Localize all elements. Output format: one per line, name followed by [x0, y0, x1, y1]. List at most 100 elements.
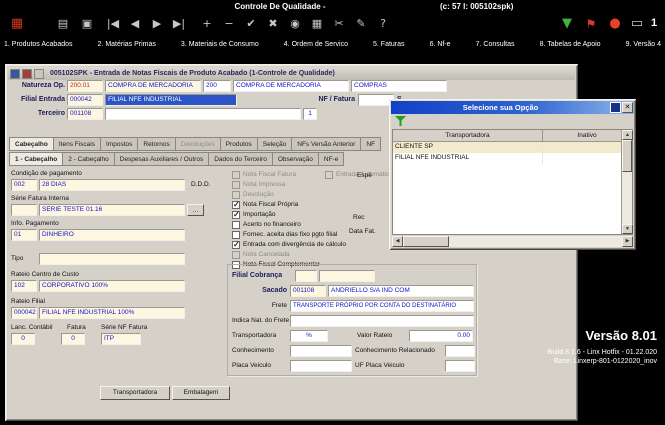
- info-pagamento-desc-field[interactable]: DINHEIRO: [39, 229, 185, 241]
- scroll-down-icon[interactable]: [622, 224, 633, 234]
- menu-nfe[interactable]: 6. Nf-e: [430, 41, 451, 52]
- cut-icon[interactable]: ✂: [328, 13, 350, 35]
- terceiro-code-field[interactable]: 001108: [67, 108, 103, 120]
- tab-nf-fragment[interactable]: NF: [360, 137, 381, 151]
- tab-selecao[interactable]: Seleção: [257, 137, 292, 151]
- fatura-field[interactable]: 0: [61, 333, 85, 345]
- serie-fatura-code-field[interactable]: [11, 204, 37, 216]
- tab-impostos[interactable]: Impostos: [100, 137, 137, 151]
- menu-produtos-acabados[interactable]: 1. Produtos Acabados: [4, 41, 73, 52]
- scroll-right-icon[interactable]: [622, 236, 633, 247]
- nav-prev-icon[interactable]: ◀: [124, 13, 146, 35]
- filial-cobranca-desc-field[interactable]: [319, 270, 375, 282]
- grid-row-cliente-sp[interactable]: CLIENTE SP: [393, 142, 632, 153]
- menu-materias-primas[interactable]: 2. Matérias Primas: [98, 41, 156, 52]
- checkbox-nota-fiscal-propria[interactable]: Nota Fiscal Própria: [232, 200, 298, 209]
- natureza-op-desc2-field[interactable]: COMPRA DE MERCADORIA: [233, 80, 349, 92]
- rateio-filial-desc-field[interactable]: FILIAL NFE INDUSTRIAL 100%: [39, 307, 185, 319]
- subtab-dados-terceiro[interactable]: Dados do Terceiro: [208, 152, 272, 166]
- condicao-pagamento-desc-field[interactable]: 28 DIAS: [39, 179, 185, 191]
- natureza-op-code-field[interactable]: 200.01: [67, 80, 103, 92]
- filial-cobranca-code-field[interactable]: [295, 270, 317, 282]
- filial-entrada-code-field[interactable]: 000042: [67, 94, 103, 106]
- rateio-cc-code-field[interactable]: 102: [11, 280, 37, 292]
- menu-consultas[interactable]: 7. Consultas: [476, 41, 515, 52]
- indica-nat-frete-field[interactable]: [290, 315, 474, 327]
- natureza-op-desc-field[interactable]: COMPRA DE MERCADORIA: [105, 80, 201, 92]
- grid-row-filial-nfe-industrial[interactable]: FILIAL NFE INDUSTRIAL: [393, 153, 632, 164]
- rateio-filial-code-field[interactable]: 000042: [11, 307, 37, 319]
- grid-header-transportadora[interactable]: Transportadora: [393, 130, 543, 141]
- subtab-despesas-auxiliares[interactable]: Despesas Auxiliares / Outros: [114, 152, 208, 166]
- menu-ordem-servico[interactable]: 4. Ordem de Servico: [284, 41, 348, 52]
- checkbox-devolucao[interactable]: Devolução: [232, 190, 274, 199]
- serie-fatura-desc-field[interactable]: SERIE TESTE 01.16: [39, 204, 185, 216]
- remove-icon[interactable]: −: [218, 13, 240, 35]
- subtab-1-cabecalho[interactable]: 1 - Cabeçalho: [9, 152, 62, 166]
- tipo-field[interactable]: [39, 253, 185, 265]
- cancel-icon[interactable]: ✖: [262, 13, 284, 35]
- checkbox-fornec-dias-fixo[interactable]: Fornec. aceita dias fixo pgto filial: [232, 230, 337, 239]
- uf-placa-veiculo-field[interactable]: [445, 360, 475, 372]
- terceiro-seq-field[interactable]: 1: [303, 108, 317, 120]
- tab-retornos[interactable]: Retornos: [137, 137, 174, 151]
- window-system-icon[interactable]: [10, 69, 20, 79]
- subtab-observacao[interactable]: Observação: [272, 152, 318, 166]
- popup-titlebar[interactable]: Selecione sua Opção: [391, 101, 634, 114]
- window-pin-icon[interactable]: [22, 69, 32, 79]
- sacado-code-field[interactable]: 001108: [290, 285, 326, 297]
- window-tools-icon[interactable]: [34, 69, 44, 79]
- checkbox-nota-fiscal-fatura[interactable]: Nota Fiscal Fatura: [232, 170, 296, 179]
- filial-entrada-desc-field[interactable]: FILIAL NFE INDUSTRIAL: [105, 94, 237, 106]
- add-icon[interactable]: +: [196, 13, 218, 35]
- valor-rateio-field[interactable]: 0.00: [409, 330, 473, 342]
- confirm-icon[interactable]: ✔: [240, 13, 262, 35]
- terceiro-name-field[interactable]: [105, 108, 301, 120]
- embalagem-button[interactable]: Embalagem: [172, 386, 230, 400]
- nav-next-icon[interactable]: ▶: [146, 13, 168, 35]
- checkbox-nota-impressa[interactable]: Nota Impressa: [232, 180, 285, 189]
- popup-pin-button[interactable]: [610, 102, 621, 113]
- checkbox-divergencia-calculo[interactable]: Entrada com divergência de cálculo: [232, 240, 346, 249]
- popup-horizontal-scrollbar[interactable]: [392, 236, 633, 247]
- popup-vertical-scrollbar[interactable]: [621, 130, 632, 234]
- scrollbar-track[interactable]: [449, 236, 622, 247]
- placa-veiculo-field[interactable]: [290, 360, 352, 372]
- lanc-contabil-field[interactable]: 0: [11, 333, 35, 345]
- sacado-desc-field[interactable]: ANDRIELLO S/A IND COM: [328, 285, 474, 297]
- tab-nfs-versao-anterior[interactable]: NFs Versão Anterior: [291, 137, 360, 151]
- printer-icon[interactable]: ▣: [76, 13, 98, 35]
- filter-funnel-icon[interactable]: [395, 116, 406, 126]
- condicao-pagamento-code-field[interactable]: 002: [11, 179, 37, 191]
- natureza-op-code2-field[interactable]: 200: [203, 80, 231, 92]
- scroll-up-icon[interactable]: [622, 130, 633, 140]
- window-titlebar[interactable]: 005102SPK - Entrada de Notas Fiscais de …: [8, 67, 575, 80]
- nav-first-icon[interactable]: |◀: [102, 13, 124, 35]
- export-icon[interactable]: ▼: [556, 13, 578, 35]
- monitor-icon[interactable]: ▭: [626, 13, 648, 35]
- conhecimento-field[interactable]: [290, 345, 352, 357]
- tab-devolucoes[interactable]: Devoluções: [175, 137, 220, 151]
- tab-cabecalho[interactable]: Cabeçalho: [9, 137, 53, 151]
- vertical-scrollbar-thumb[interactable]: [622, 140, 632, 172]
- edit-icon[interactable]: ✎: [350, 13, 372, 35]
- checkbox-nota-cancelada[interactable]: Nota Cancelada: [232, 250, 290, 259]
- checkbox-importacao[interactable]: Importação: [232, 210, 276, 219]
- transportadora-button[interactable]: Transportadora: [100, 386, 170, 400]
- flag-icon[interactable]: ⚑: [580, 13, 602, 35]
- menu-materiais-consumo[interactable]: 3. Materiais de Consumo: [181, 41, 259, 52]
- rateio-cc-desc-field[interactable]: CORPORATIVO 100%: [39, 280, 185, 292]
- frete-field[interactable]: TRANSPORTE PRÓPRIO POR CONTA DO DESTINAT…: [290, 300, 474, 312]
- power-icon[interactable]: ●: [604, 13, 626, 35]
- serie-nf-fatura-field[interactable]: ITP: [101, 333, 141, 345]
- subtab-nfe[interactable]: NF-e: [318, 152, 344, 166]
- transportadora-pct-field[interactable]: %: [290, 330, 328, 342]
- serie-fatura-browse-button[interactable]: ...: [187, 204, 204, 216]
- grid-header-inativo[interactable]: Inativo: [543, 130, 632, 141]
- tab-produtos[interactable]: Produtos: [220, 137, 257, 151]
- menu-faturas[interactable]: 5. Faturas: [373, 41, 405, 52]
- conhecimento-relacionado-field[interactable]: [445, 345, 475, 357]
- horizontal-scrollbar-thumb[interactable]: [403, 236, 449, 247]
- menu-versao-4[interactable]: 9. Versão 4: [626, 41, 661, 52]
- checkbox-acerto-financeiro[interactable]: Acerto no financeiro: [232, 220, 301, 229]
